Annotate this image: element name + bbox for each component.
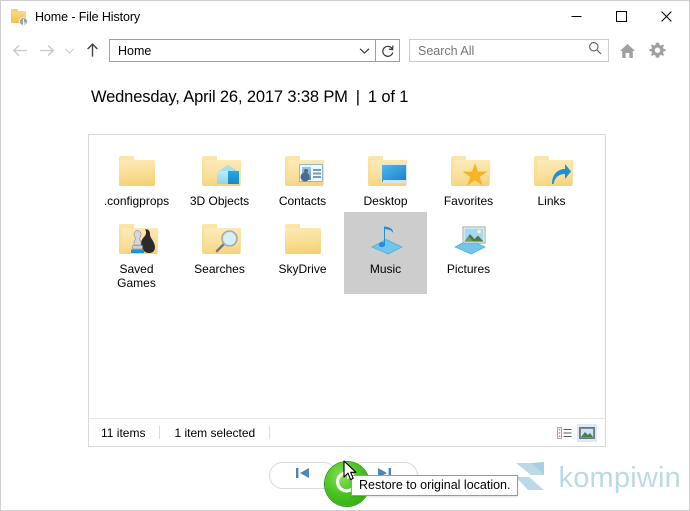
file-item-label: Searches [194, 262, 245, 276]
search-icon[interactable] [588, 41, 602, 60]
status-divider-1 [159, 426, 161, 439]
forward-arrow-icon[interactable] [33, 38, 59, 64]
address-input[interactable]: Home [109, 39, 376, 62]
file-item-3d-objects[interactable]: 3D Objects [178, 144, 261, 212]
file-history-window: Home - File History Home Search All Wedn… [0, 0, 690, 511]
minimize-button[interactable] [554, 1, 599, 32]
window-controls [554, 1, 689, 32]
maximize-button[interactable] [599, 1, 644, 32]
date-text: Wednesday, April 26, 2017 3:38 PM [91, 88, 348, 106]
file-item-configprops[interactable]: .configprops [95, 144, 178, 212]
kompiwin-logo-icon [514, 459, 552, 498]
file-item-skydrive[interactable]: SkyDrive [261, 212, 344, 294]
file-item-label: Music [369, 262, 402, 276]
file-item-saved-games[interactable]: Saved Games [95, 212, 178, 294]
selection-count: 1 item selected [174, 425, 256, 440]
folder-favorites-icon [445, 149, 493, 191]
watermark-text: kompiwin [558, 462, 681, 494]
mouse-cursor [343, 460, 359, 487]
address-bar[interactable]: Home [109, 39, 400, 62]
date-header: Wednesday, April 26, 2017 3:38 PM | 1 of 1 [91, 88, 689, 107]
file-item-label: Contacts [278, 194, 327, 208]
folder-icon [279, 217, 327, 259]
status-bar: 11 items 1 item selected [89, 418, 605, 446]
file-item-label: SkyDrive [278, 262, 327, 276]
folder-icon [113, 149, 161, 191]
folder-saved-games-icon [113, 217, 161, 259]
search-input[interactable] [409, 39, 609, 62]
file-item-links[interactable]: Links [510, 144, 593, 212]
folder-links-icon [528, 149, 576, 191]
item-count: 11 items [101, 425, 146, 440]
file-item-label: Pictures [446, 262, 491, 276]
file-item-desktop[interactable]: Desktop [344, 144, 427, 212]
file-item-label: Desktop [363, 194, 408, 208]
file-item-searches[interactable]: Searches [178, 212, 261, 294]
file-item-label: Links [537, 194, 566, 208]
status-divider-2 [269, 426, 271, 439]
file-item-favorites[interactable]: Favorites [427, 144, 510, 212]
music-library-icon [362, 217, 410, 259]
pictures-library-icon [445, 217, 493, 259]
restore-tooltip: Restore to original location. [351, 475, 519, 496]
header-separator: | [355, 88, 360, 106]
up-arrow-icon[interactable] [79, 38, 105, 64]
search-field[interactable] [418, 43, 588, 58]
file-list-panel: .configprops 3D Objects Contacts Desktop… [88, 134, 606, 447]
close-button[interactable] [644, 1, 689, 32]
gear-icon[interactable] [645, 38, 669, 64]
watermark: kompiwin [514, 459, 681, 498]
window-title: Home - File History [35, 9, 141, 24]
details-view-icon[interactable] [554, 424, 574, 442]
folder-searches-icon [196, 217, 244, 259]
navigation-toolbar: Home [1, 32, 689, 69]
folder-history-icon [11, 8, 28, 26]
home-icon[interactable] [615, 38, 639, 64]
file-item-label: 3D Objects [189, 194, 250, 208]
file-item-label: Favorites [443, 194, 494, 208]
file-item-label: Saved Games [117, 262, 156, 290]
page-count: 1 of 1 [367, 88, 409, 106]
file-item-music[interactable]: Music [344, 212, 427, 294]
previous-version-icon [294, 466, 312, 485]
recent-locations-chevron-down-icon[interactable] [59, 38, 79, 64]
title-bar: Home - File History [1, 1, 689, 32]
address-chevron-down-icon[interactable] [353, 40, 375, 61]
address-value: Home [118, 43, 152, 58]
folder-contacts-icon [279, 149, 327, 191]
back-arrow-icon[interactable] [7, 38, 33, 64]
folder-desktop-icon [362, 149, 410, 191]
file-grid: .configprops 3D Objects Contacts Desktop… [89, 135, 605, 294]
file-item-pictures[interactable]: Pictures [427, 212, 510, 294]
file-item-contacts[interactable]: Contacts [261, 144, 344, 212]
large-icons-view-icon[interactable] [577, 423, 597, 442]
folder-3d-objects-icon [196, 149, 244, 191]
refresh-button[interactable] [376, 39, 400, 62]
file-item-label: .configprops [103, 194, 170, 208]
